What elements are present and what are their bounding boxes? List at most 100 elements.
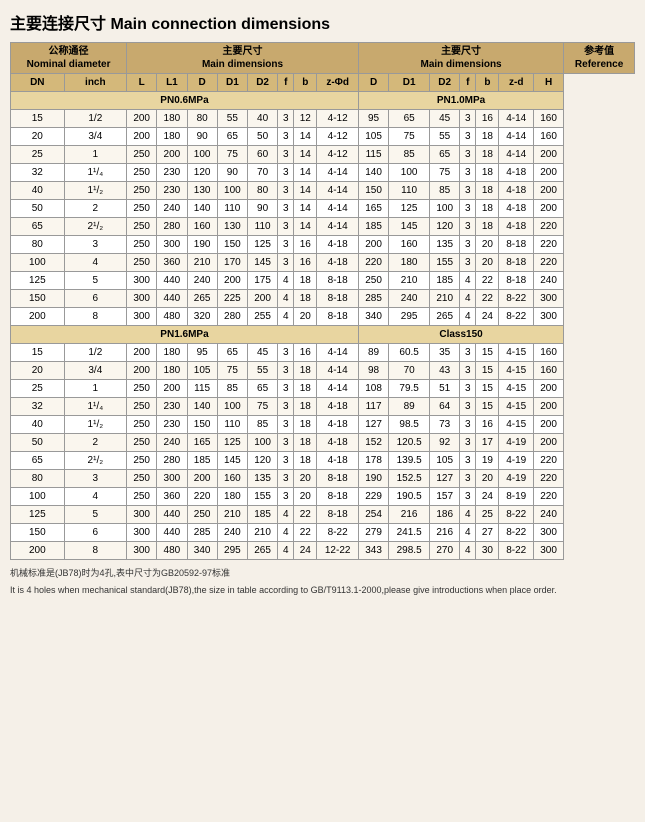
cell-dn: 50 — [11, 200, 65, 218]
col-D: D — [187, 74, 217, 92]
cell-L1: 480 — [157, 308, 187, 326]
cell-D2: 120 — [247, 452, 277, 470]
cell-b_r: 18 — [476, 218, 499, 236]
cell-b: 18 — [294, 416, 317, 434]
cell-D1: 295 — [217, 542, 247, 560]
cell-f: 3 — [278, 434, 294, 452]
cell-dn: 65 — [11, 452, 65, 470]
cell-b: 14 — [294, 128, 317, 146]
cell-D1_r: 160 — [389, 236, 430, 254]
cell-D: 200 — [187, 470, 217, 488]
cell-D2_r: 155 — [430, 254, 460, 272]
cell-inch: 8 — [64, 542, 126, 560]
cell-zd_r: 8-18 — [499, 254, 533, 272]
cell-H: 160 — [533, 344, 563, 362]
cell-D_r: 343 — [358, 542, 388, 560]
cell-L: 300 — [127, 542, 157, 560]
cell-D2_r: 265 — [430, 308, 460, 326]
cell-D: 250 — [187, 506, 217, 524]
cell-inch: 1¹/₄ — [64, 398, 126, 416]
cell-f: 4 — [278, 308, 294, 326]
cell-D2_r: 64 — [430, 398, 460, 416]
cell-D2_r: 157 — [430, 488, 460, 506]
cell-L1: 440 — [157, 506, 187, 524]
cell-f_r: 3 — [460, 128, 476, 146]
cell-dn: 50 — [11, 434, 65, 452]
cell-L: 250 — [127, 416, 157, 434]
col-D-r: D — [358, 74, 388, 92]
cell-dn: 80 — [11, 470, 65, 488]
cell-f_r: 3 — [460, 236, 476, 254]
cell-H: 160 — [533, 362, 563, 380]
cell-D1_r: 298.5 — [389, 542, 430, 560]
cell-zpd: 4-18 — [317, 452, 359, 470]
header-main-dims-right: 主要尺寸Main dimensions — [358, 43, 563, 74]
cell-D: 140 — [187, 200, 217, 218]
cell-f_r: 3 — [460, 218, 476, 236]
cell-D_r: 178 — [358, 452, 388, 470]
cell-f: 3 — [278, 254, 294, 272]
cell-D: 90 — [187, 128, 217, 146]
cell-H: 300 — [533, 290, 563, 308]
cell-b_r: 22 — [476, 272, 499, 290]
cell-f_r: 4 — [460, 506, 476, 524]
cell-L: 250 — [127, 470, 157, 488]
cell-f_r: 3 — [460, 182, 476, 200]
cell-D1_r: 180 — [389, 254, 430, 272]
header-nominal: 公称通径Nominal diameter — [11, 43, 127, 74]
cell-b_r: 17 — [476, 434, 499, 452]
cell-dn: 25 — [11, 380, 65, 398]
table-body: PN0.6MPaPN1.0MPa151/22001808055403124-12… — [11, 92, 635, 560]
cell-D1: 65 — [217, 128, 247, 146]
cell-D2_r: 185 — [430, 272, 460, 290]
cell-inch: 1¹/₂ — [64, 182, 126, 200]
cell-L1: 240 — [157, 200, 187, 218]
cell-L: 200 — [127, 128, 157, 146]
cell-D1: 225 — [217, 290, 247, 308]
cell-dn: 150 — [11, 290, 65, 308]
cell-f_r: 3 — [460, 398, 476, 416]
cell-D1: 210 — [217, 506, 247, 524]
table-row: 10042503602101701453164-182201801553208-… — [11, 254, 635, 272]
section-header-row: PN0.6MPaPN1.0MPa — [11, 92, 635, 110]
cell-inch: 6 — [64, 290, 126, 308]
cell-inch: 4 — [64, 488, 126, 506]
col-zd-r: z-d — [499, 74, 533, 92]
cell-zpd: 4-14 — [317, 164, 359, 182]
cell-inch: 3 — [64, 470, 126, 488]
cell-H: 220 — [533, 452, 563, 470]
footnote2: It is 4 holes when mechanical standard(J… — [10, 585, 635, 595]
cell-b_r: 15 — [476, 362, 499, 380]
cell-b: 18 — [294, 290, 317, 308]
cell-L: 200 — [127, 110, 157, 128]
cell-f: 3 — [278, 470, 294, 488]
table-row: 321¹/₄25023012090703144-14140100753184-1… — [11, 164, 635, 182]
table-row: 151/22001808055403124-129565453164-14160 — [11, 110, 635, 128]
cell-D: 185 — [187, 452, 217, 470]
cell-dn: 80 — [11, 236, 65, 254]
cell-D1: 100 — [217, 182, 247, 200]
cell-inch: 8 — [64, 308, 126, 326]
table-row: 5022502401651251003184-18152120.5923174-… — [11, 434, 635, 452]
cell-D: 150 — [187, 416, 217, 434]
cell-H: 220 — [533, 236, 563, 254]
table-row: 203/420018010575553184-149870433154-1516… — [11, 362, 635, 380]
cell-zd_r: 4-18 — [499, 200, 533, 218]
cell-H: 300 — [533, 308, 563, 326]
col-D1-r: D1 — [389, 74, 430, 92]
cell-f: 3 — [278, 344, 294, 362]
col-b-r: b — [476, 74, 499, 92]
cell-D_r: 89 — [358, 344, 388, 362]
cell-L1: 200 — [157, 380, 187, 398]
cell-b_r: 20 — [476, 470, 499, 488]
cell-dn: 15 — [11, 110, 65, 128]
header-reference: 参考值Reference — [564, 43, 635, 74]
cell-zd_r: 8-18 — [499, 236, 533, 254]
cell-D1: 240 — [217, 524, 247, 542]
cell-zd_r: 4-18 — [499, 218, 533, 236]
cell-b: 14 — [294, 146, 317, 164]
cell-D_r: 140 — [358, 164, 388, 182]
cell-D_r: 190 — [358, 470, 388, 488]
cell-f_r: 4 — [460, 542, 476, 560]
cell-D2: 45 — [247, 344, 277, 362]
